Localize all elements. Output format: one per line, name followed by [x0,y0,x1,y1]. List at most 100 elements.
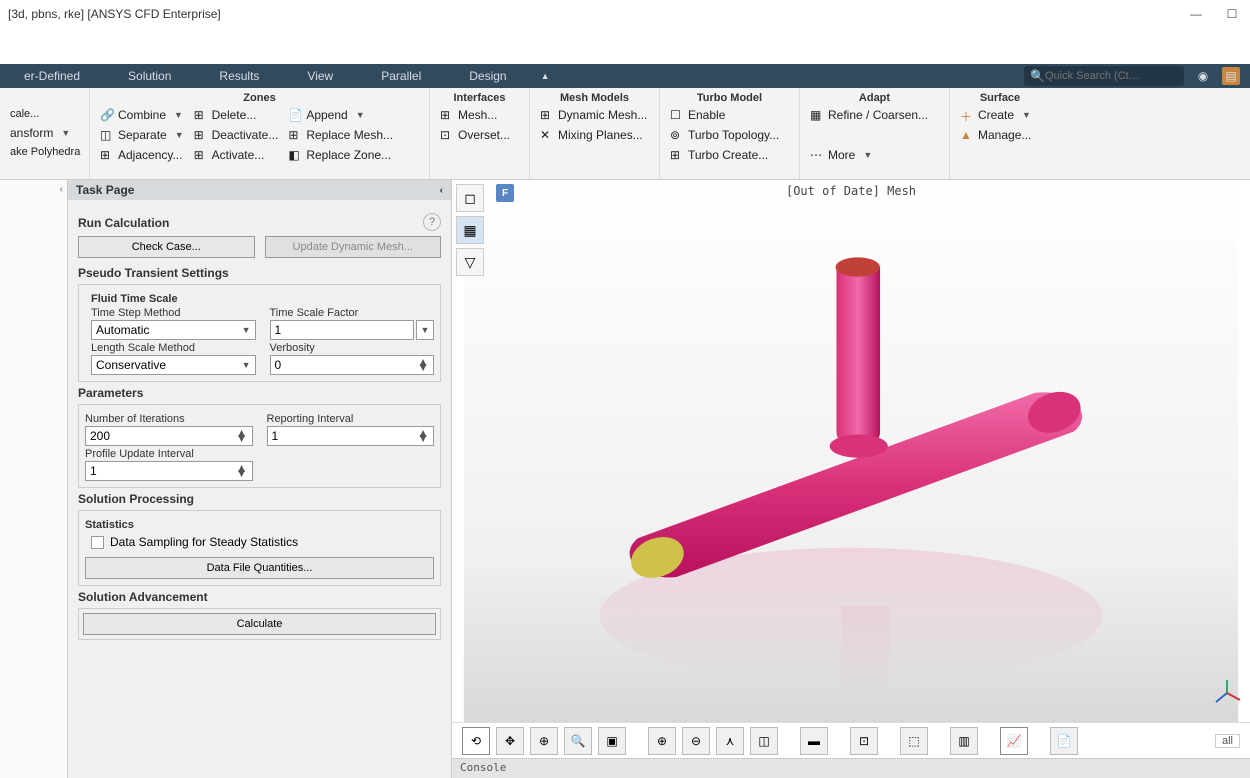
time-scale-factor-dropdown[interactable]: ▼ [416,320,434,340]
vp-zoom-icon[interactable]: ⊕ [530,727,558,755]
rb-adjacency[interactable]: ⊞Adjacency... [96,146,188,164]
vp-pan-icon[interactable]: ✥ [496,727,524,755]
viewport-tab[interactable]: F [496,184,514,202]
fluid-time-scale-heading: Fluid Time Scale [91,293,434,305]
rb-turbo-enable[interactable]: ☐Enable [666,106,793,124]
triad-icon [1212,678,1242,708]
menu-user-defined[interactable]: er-Defined [0,64,104,88]
console-panel[interactable]: Console [452,758,1250,778]
statistics-heading: Statistics [85,519,434,531]
ribbon-group-surface: Surface ＋Create▼ ▲Manage... [950,88,1050,179]
content-area: ‹ Task Page ‹ Run Calculation ? Check Ca… [0,180,1250,778]
rb-deactivate[interactable]: ⊞Deactivate... [190,126,283,144]
rb-turbo-create[interactable]: ⊞Turbo Create... [666,146,793,164]
ribbon-group-interfaces: Interfaces ⊞Mesh... ⊡Overset... [430,88,530,179]
rb-make-polyhedra[interactable]: ake Polyhedra [6,144,83,160]
solution-advancement-heading: Solution Advancement [78,590,441,604]
menu-view[interactable]: View [283,64,357,88]
verbosity-label: Verbosity [270,342,435,354]
vp-axes-icon[interactable]: ⋏ [716,727,744,755]
rb-replace-zone[interactable]: ◧Replace Zone... [284,146,397,164]
vp-zoom-out-icon[interactable]: ⊖ [682,727,710,755]
window-controls: — ☐ [1186,4,1242,24]
quick-search-box[interactable]: 🔍 [1024,66,1184,86]
3d-viewport[interactable] [452,180,1250,722]
menu-expand-icon[interactable]: ▲ [541,71,550,81]
length-scale-method-select[interactable]: Conservative▼ [91,355,256,375]
vp-zoom-in-icon[interactable]: ⊕ [648,727,676,755]
settings-icon[interactable]: ▤ [1222,67,1240,85]
vp-mode-1[interactable]: ◻ [456,184,484,212]
data-sampling-checkbox-row[interactable]: Data Sampling for Steady Statistics [85,535,434,549]
rb-overset[interactable]: ⊡Overset... [436,126,523,144]
menu-bar: er-Defined Solution Results View Paralle… [0,64,1250,88]
update-dynamic-mesh-button[interactable]: Update Dynamic Mesh... [265,236,442,258]
vp-shade-icon[interactable]: ▬ [800,727,828,755]
vp-zoom-box-icon[interactable]: 🔍 [564,727,592,755]
rb-scale[interactable]: cale... [6,106,83,122]
vp-mode-2[interactable]: ▦ [456,216,484,244]
rb-adapt-more[interactable]: ⋯More▼ [806,146,943,164]
ribbon-group-mesh-display: cale... ansform▼ ake Polyhedra [0,88,90,179]
rb-activate[interactable]: ⊞Activate... [190,146,283,164]
blank-strip [0,28,1250,64]
vp-plot-icon[interactable]: 📈 [1000,727,1028,755]
vp-perspective-icon[interactable]: ⬚ [900,727,928,755]
time-step-method-select[interactable]: Automatic▼ [91,320,256,340]
help-button[interactable]: ? [423,213,441,231]
vp-all-label[interactable]: all [1215,734,1240,748]
task-page-header: Task Page ‹ [68,180,451,200]
ribbon: cale... ansform▼ ake Polyhedra Zones 🔗Co… [0,88,1250,180]
rb-mixing-planes[interactable]: ✕Mixing Planes... [536,126,653,144]
rb-append[interactable]: 📄Append▼ [284,106,397,124]
ribbon-group-zones: Zones 🔗Combine▼ ◫Separate▼ ⊞Adjacency...… [90,88,430,179]
calculate-button[interactable]: Calculate [83,613,436,635]
viewport-bottom-toolbar: ⟲ ✥ ⊕ 🔍 ▣ ⊕ ⊖ ⋏ ◫ ▬ ⊡ ⬚ ▥ 📈 📄 all [452,722,1250,758]
verbosity-input[interactable]: 0 ▲▼ [270,355,435,375]
rb-delete[interactable]: ⊞Delete... [190,106,283,124]
vp-fit-icon[interactable]: ▣ [598,727,626,755]
pseudo-transient-heading: Pseudo Transient Settings [78,266,441,280]
time-scale-factor-input[interactable]: 1 [270,320,415,340]
vp-orbit-icon[interactable]: ⟲ [462,727,490,755]
vp-display-icon[interactable]: ⊡ [850,727,878,755]
profile-update-input[interactable]: 1 ▲▼ [85,461,253,481]
maximize-button[interactable]: ☐ [1222,4,1242,24]
solution-processing-heading: Solution Processing [78,492,441,506]
rb-refine-coarsen[interactable]: ▦Refine / Coarsen... [806,106,943,124]
num-iterations-input[interactable]: 200 ▲▼ [85,426,253,446]
time-scale-factor-label: Time Scale Factor [270,307,435,319]
vp-view-icon[interactable]: ◫ [750,727,778,755]
data-file-quantities-button[interactable]: Data File Quantities... [85,557,434,579]
rb-separate[interactable]: ◫Separate▼ [96,126,188,144]
rb-surface-manage[interactable]: ▲Manage... [956,126,1044,144]
vp-layout-icon[interactable]: ▥ [950,727,978,755]
data-sampling-checkbox[interactable] [91,536,104,549]
rb-replace-mesh[interactable]: ⊞Replace Mesh... [284,126,397,144]
outline-collapsed[interactable]: ‹ [0,180,68,778]
ribbon-group-adapt: Adapt ▦Refine / Coarsen... ⋯More▼ [800,88,950,179]
vp-report-icon[interactable]: 📄 [1050,727,1078,755]
rb-turbo-topology[interactable]: ⊚Turbo Topology... [666,126,793,144]
quick-search-input[interactable] [1045,70,1178,82]
reporting-interval-input[interactable]: 1 ▲▼ [267,426,435,446]
outline-collapse-icon[interactable]: ‹ [60,184,63,195]
rb-surface-create[interactable]: ＋Create▼ [956,106,1044,124]
menu-parallel[interactable]: Parallel [357,64,445,88]
search-icon: 🔍 [1030,69,1045,83]
task-page: Task Page ‹ Run Calculation ? Check Case… [68,180,452,778]
profile-update-label: Profile Update Interval [85,448,253,460]
rb-transform[interactable]: ansform▼ [6,124,83,142]
check-case-button[interactable]: Check Case... [78,236,255,258]
vp-mode-3[interactable]: ▽ [456,248,484,276]
menu-design[interactable]: Design [445,64,530,88]
minimize-button[interactable]: — [1186,4,1206,24]
task-page-collapse-icon[interactable]: ‹ [440,185,443,196]
menu-solution[interactable]: Solution [104,64,195,88]
help-icon[interactable]: ◉ [1194,67,1212,85]
rb-combine[interactable]: 🔗Combine▼ [96,106,188,124]
rb-mesh-interface[interactable]: ⊞Mesh... [436,106,523,124]
viewport-area: F ◻ ▦ ▽ [Out of Date] Mesh [452,180,1250,778]
menu-results[interactable]: Results [195,64,283,88]
rb-dynamic-mesh[interactable]: ⊞Dynamic Mesh... [536,106,653,124]
